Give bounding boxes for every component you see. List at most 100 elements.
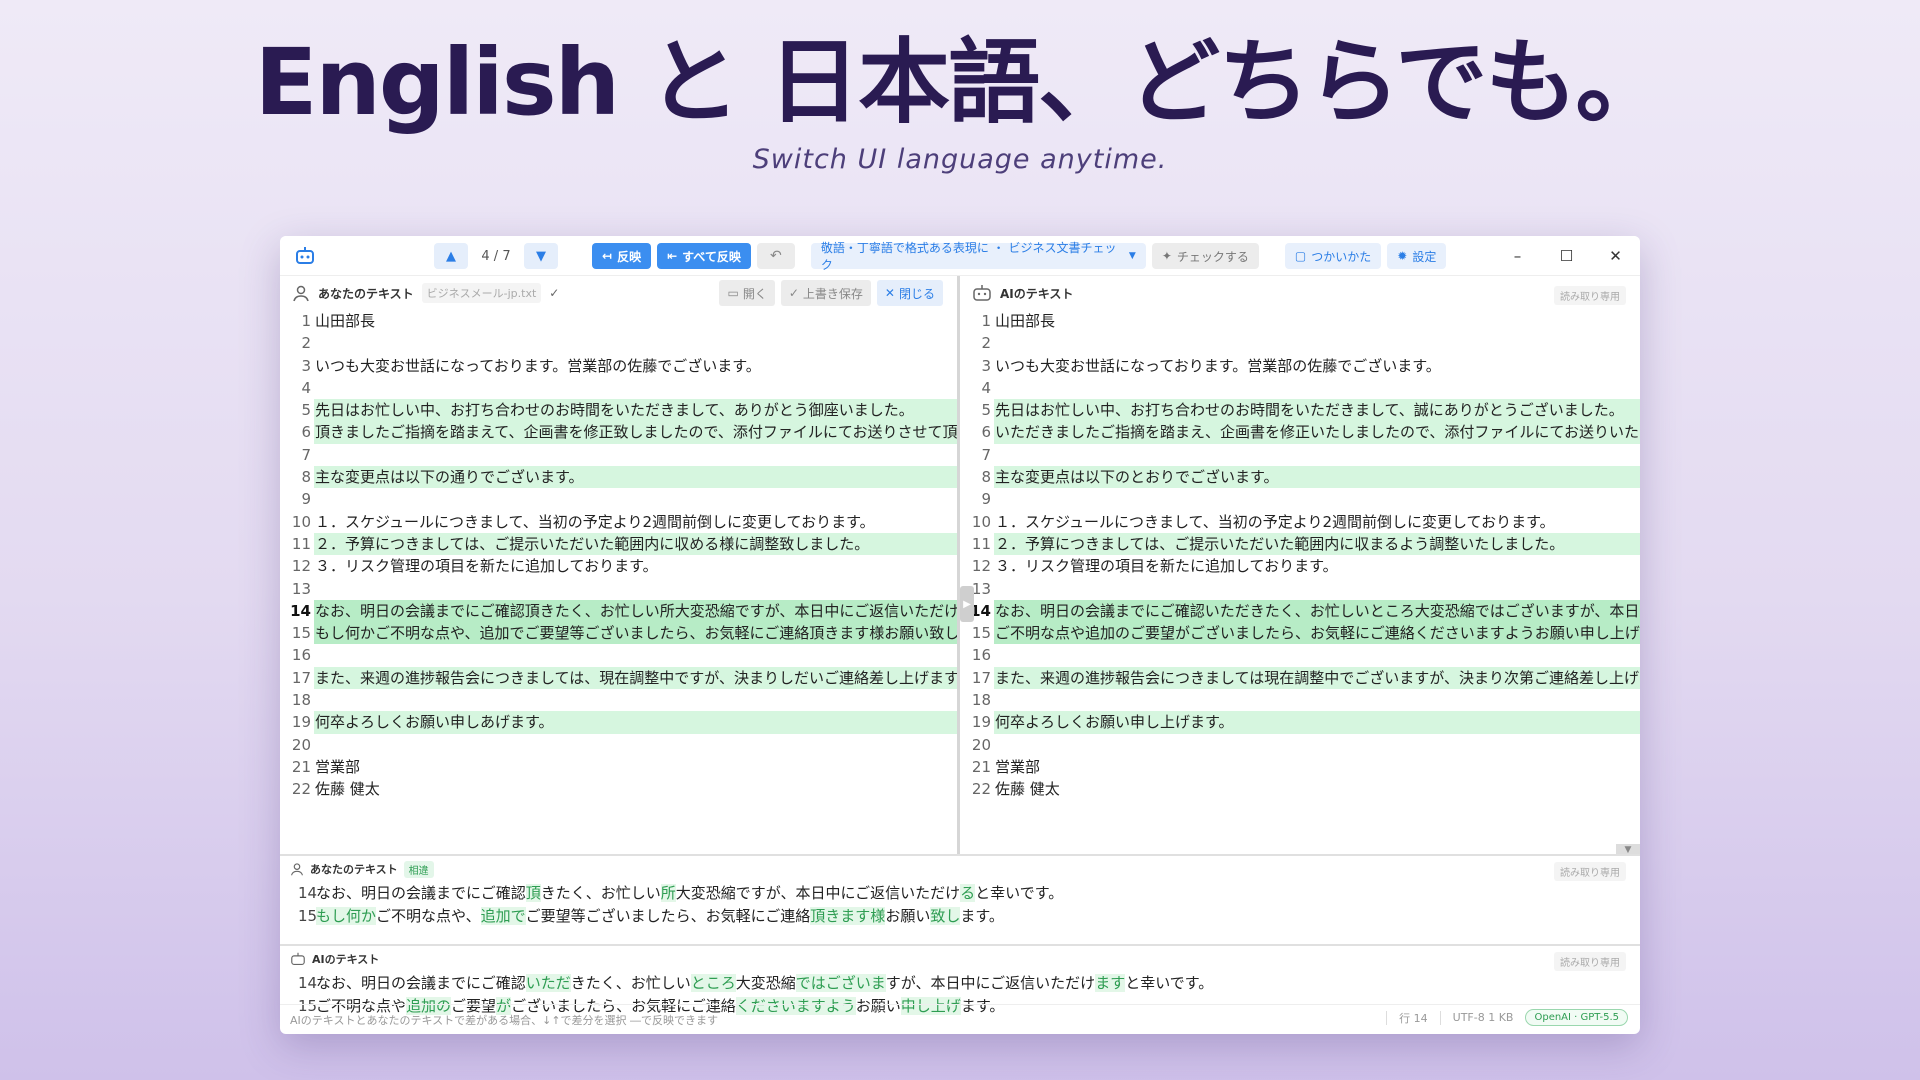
ai-pane-title: AIのテキスト	[1000, 286, 1074, 301]
mode-select[interactable]: 敬語・丁寧語で格式ある表現に ・ ビジネス文書チェック ▼	[810, 241, 1146, 272]
line-text: なお、明日の会議までにご確認頂きたく、お忙しい所大変恐縮ですが、本日中にご返信い…	[314, 599, 957, 623]
ai-text-pane: AIのテキスト 読み取り専用 1 山田部長 2 3 いつも大変お世話になっております。営…	[960, 276, 1640, 854]
readonly-badge: 読み取り専用	[1554, 952, 1626, 971]
close-window-button[interactable]: ✕	[1591, 236, 1640, 276]
minimize-icon: –	[1513, 247, 1522, 265]
editor-line: 3 いつも大変お世話になっております。営業部の佐藤でございます。	[280, 355, 957, 377]
diff-mark: 所	[660, 884, 676, 902]
diff-text: なお、明日の会議までにご確認頂きたく、お忙しい所大変恐縮ですが、本日中にご返信い…	[316, 884, 1063, 902]
diff-mark: 追加で	[480, 906, 526, 925]
diff-mark: 致し	[930, 906, 961, 925]
hero-title: English と 日本語、どちらでも。	[254, 29, 1668, 136]
editor-line: 4	[960, 377, 1640, 399]
diff-segment: すが、本日中にご返信いただけ	[885, 974, 1096, 992]
next-diff-button[interactable]: ▼	[524, 243, 558, 269]
line-text: 営業部	[315, 757, 361, 776]
line-number: 10	[291, 512, 311, 531]
line-text	[994, 377, 1640, 399]
diff-segment: なお、明日の会議までにご確認	[316, 884, 526, 902]
line-number: 7	[981, 445, 991, 464]
line-text: 佐藤 健太	[315, 780, 380, 799]
editor-line: 2	[960, 332, 1640, 354]
close-file-button[interactable]: ✕ 閉じる	[876, 280, 943, 306]
apply-all-button[interactable]: ⇤ すべて反映	[657, 243, 751, 269]
diff-ai-section: AIのテキスト 読み取り専用 14なお、明日の会議までにご確認いただきたく、お忙…	[280, 944, 1640, 1015]
editor-line: 18	[280, 689, 957, 711]
chevron-down-icon: ▼	[1128, 251, 1136, 261]
editor-line: 11 ２．予算につきましては、ご提示いただいた範囲内に収まるよう調整いたしました。	[960, 532, 1640, 556]
diff-mark: ではございま	[795, 974, 886, 992]
line-text	[994, 578, 1640, 600]
model-badge[interactable]: OpenAI · GPT-5.5	[1525, 1009, 1628, 1026]
editor-line: 14 なお、明日の会議までにご確認頂きたく、お忙しい所大変恐縮ですが、本日中にご返…	[280, 599, 957, 623]
close-icon: ✕	[884, 286, 895, 300]
editor-line: 13	[280, 578, 957, 600]
diff-user-line-14: 14なお、明日の会議までにご確認頂きたく、お忙しい所大変恐縮ですが、本日中にご返…	[280, 882, 1640, 905]
open-button[interactable]: ▭ 開く	[719, 280, 775, 306]
editor-line: 15 ご不明な点や追加のご要望がございましたら、お気軽にご連絡くださいますようお願…	[960, 622, 1640, 645]
status-hint: AIのテキストとあなたのテキストで差がある場合、↓↑で差分を選択 ―で反映できま…	[290, 1013, 719, 1027]
editor-panes: あなたのテキスト ビジネスメール-jp.txt ✓ ▭ 開く ✓ 上書き保存 ✕ 閉じ…	[280, 276, 1640, 854]
apply-button[interactable]: ↤ 反映	[592, 243, 652, 269]
saved-check-icon: ✓	[549, 286, 560, 300]
line-number: 5	[981, 401, 991, 420]
editor-line: 20	[960, 734, 1640, 756]
undo-button[interactable]: ↶	[756, 243, 795, 269]
line-text	[314, 734, 957, 756]
editor-line: 7	[280, 444, 957, 466]
editor-line: 9	[960, 488, 1640, 510]
diff-segment: ご不明な点や、	[376, 906, 481, 925]
line-text: 営業部	[995, 757, 1041, 776]
line-number: 14	[298, 884, 318, 902]
check-label: チェックする	[1176, 249, 1249, 264]
file-actions: ▭ 開く ✓ 上書き保存 ✕ 閉じる	[719, 280, 943, 306]
settings-label: 設定	[1412, 249, 1437, 264]
line-number: 17	[291, 668, 311, 687]
user-text-editor[interactable]: 1 山田部長 2 3 いつも大変お世話になっております。営業部の佐藤でございます。 4 5 先…	[280, 310, 957, 801]
close-label: 閉じる	[898, 286, 935, 301]
diff-navigation: ▲ 4 / 7 ▼ ↤ 反映 ⇤ すべて反映 ↶ 敬語・丁寧語で格式ある表現に ・ …	[434, 241, 1447, 272]
window-controls: – ☐ ✕	[1493, 236, 1640, 276]
diff-user-header: あなたのテキスト 相違 読み取り専用	[280, 856, 1640, 882]
check-icon: ✓	[788, 286, 799, 300]
pane-splitter-handle[interactable]: ▶	[960, 586, 974, 622]
diff-segment: ご要望等ございましたら、お気軽にご連絡	[525, 906, 811, 925]
line-number: 14	[290, 601, 311, 620]
scroll-down-icon[interactable]: ▼	[1616, 844, 1640, 854]
line-text: 主な変更点は以下の通りでございます。	[314, 466, 957, 489]
line-text	[994, 689, 1640, 711]
line-text	[314, 488, 957, 510]
howto-button[interactable]: ▢ つかいかた	[1284, 243, 1382, 269]
help-icon: ▢	[1294, 249, 1307, 263]
maximize-button[interactable]: ☐	[1542, 236, 1591, 276]
line-text: いつも大変お世話になっております。営業部の佐藤でございます。	[315, 356, 761, 375]
save-button[interactable]: ✓ 上書き保存	[780, 280, 871, 306]
user-pane-title: あなたのテキスト	[318, 286, 414, 301]
check-button[interactable]: ✦ チェックする	[1151, 243, 1259, 269]
line-text	[994, 488, 1640, 510]
line-text: 佐藤 健太	[995, 780, 1060, 799]
editor-line: 22 佐藤 健太	[280, 778, 957, 800]
line-number: 16	[971, 646, 991, 665]
editor-line: 3 いつも大変お世話になっております。営業部の佐藤でございます。	[960, 355, 1640, 377]
line-text	[314, 377, 957, 399]
line-number: 4	[981, 378, 991, 397]
line-text: もし何かご不明な点や、追加でご要望等ございましたら、お気軽にご連絡頂きます様お願…	[314, 622, 957, 645]
minimize-button[interactable]: –	[1493, 236, 1542, 276]
editor-line: 19 何卒よろしくお願い申し上げます。	[960, 711, 1640, 734]
prev-diff-button[interactable]: ▲	[434, 243, 468, 269]
line-number: 14	[298, 974, 318, 992]
line-number: 8	[301, 468, 311, 487]
editor-line: 14 なお、明日の会議までにご確認いただきたく、お忙しいところ大変恐縮ではございま…	[960, 599, 1640, 623]
editor-line: 7	[960, 444, 1640, 466]
line-number: 20	[971, 735, 991, 754]
apply-all-label: すべて反映	[682, 249, 741, 264]
diff-mark: ます	[1095, 974, 1126, 992]
line-number: 11	[291, 534, 311, 553]
line-text: 何卒よろしくお願い申しあげます。	[314, 711, 957, 734]
line-number: 2	[981, 334, 991, 353]
editor-line: 9	[280, 488, 957, 510]
diff-mark: 頂きます様	[810, 906, 886, 925]
settings-button[interactable]: ✹ 設定	[1387, 243, 1447, 269]
line-number: 18	[291, 691, 311, 710]
